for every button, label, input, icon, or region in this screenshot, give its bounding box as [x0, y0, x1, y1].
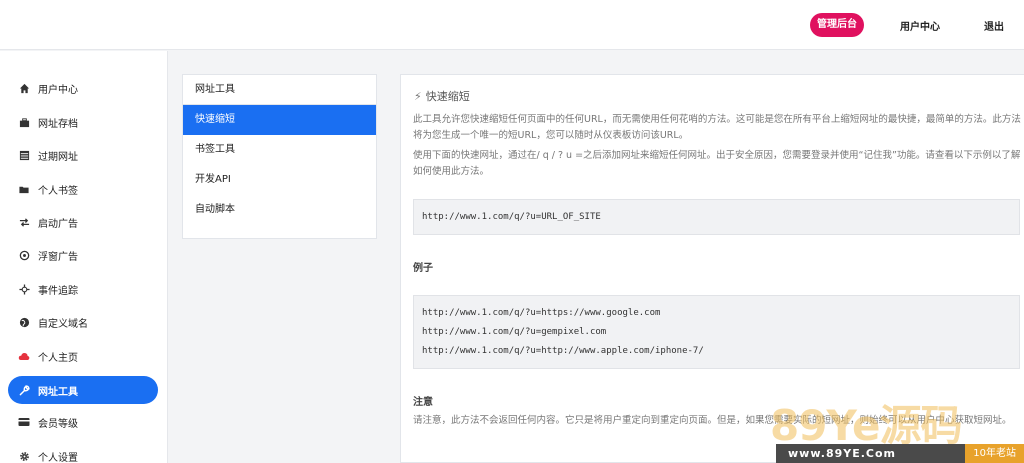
sidebar-item-label: 网址工具	[38, 386, 78, 398]
cloud-icon	[18, 350, 30, 362]
intro-paragraph: 此工具允许您快速缩短任何页面中的任何URL，而无需使用任何花哨的方法。这可能是您…	[413, 114, 1021, 141]
sidebar-item-label: 网址存档	[38, 118, 78, 130]
note-heading: 注意	[413, 397, 433, 408]
sidebar-item-bookmarks[interactable]: 个人书签	[8, 175, 158, 203]
submenu-item-auto-script[interactable]: 自动脚本	[183, 195, 376, 225]
briefcase-icon	[18, 116, 30, 128]
submenu-title: 网址工具	[183, 75, 376, 105]
lightning-icon: ⚡	[414, 90, 422, 103]
sidebar-item-label: 事件追踪	[38, 285, 78, 297]
admin-panel-button[interactable]: 管理后台	[810, 13, 864, 37]
template-url-box[interactable]: http://www.1.com/q/?u=URL_OF_SITE	[413, 199, 1020, 235]
sidebar-item-expired-urls[interactable]: 过期网址	[8, 141, 158, 169]
sidebar-item-label: 个人书签	[38, 185, 78, 197]
crosshair-icon	[18, 283, 30, 295]
example-url[interactable]: http://www.1.com/q/?u=gempixel.com	[422, 323, 1019, 342]
submenu-item-developer-api[interactable]: 开发API	[183, 165, 376, 195]
watermark-tag: 10年老站	[965, 444, 1024, 463]
sidebar-item-label: 个人设置	[38, 452, 78, 463]
wrench-icon	[18, 384, 30, 396]
example-url[interactable]: http://www.1.com/q/?u=http://www.apple.c…	[422, 342, 1019, 361]
sidebar-item-membership[interactable]: 会员等级	[8, 408, 158, 436]
folder-icon	[18, 183, 30, 195]
home-icon	[18, 82, 30, 94]
sidebar-item-label: 过期网址	[38, 151, 78, 163]
gear-icon	[18, 450, 30, 462]
list-icon	[18, 149, 30, 161]
sidebar-item-label: 浮窗广告	[38, 251, 78, 263]
logout-link[interactable]: 退出	[984, 18, 1004, 33]
sidebar: 用户中心 网址存档 过期网址 个人书签 启动广告 浮窗广告 事件追踪 自定义域名…	[0, 51, 168, 463]
top-header: 管理后台 用户中心 退出	[0, 0, 1024, 50]
examples-box[interactable]: http://www.1.com/q/?u=https://www.google…	[413, 295, 1020, 369]
sidebar-item-label: 个人主页	[38, 352, 78, 364]
sidebar-item-custom-domain[interactable]: 自定义域名	[8, 308, 158, 336]
watermark-site: www.89YE.Com	[788, 447, 897, 460]
sidebar-item-launch-ads[interactable]: 启动广告	[8, 208, 158, 236]
example-url[interactable]: http://www.1.com/q/?u=https://www.google…	[422, 304, 1019, 323]
globe-icon	[18, 316, 30, 328]
panel-title: ⚡ 快速缩短	[414, 88, 470, 104]
sidebar-item-homepage[interactable]: 个人主页	[8, 342, 158, 370]
tools-submenu: 网址工具 快速缩短 书签工具 开发API 自动脚本	[182, 74, 377, 239]
submenu-item-bookmarklet[interactable]: 书签工具	[183, 135, 376, 165]
card-icon	[18, 416, 30, 428]
examples-heading: 例子	[413, 263, 433, 274]
sidebar-item-label: 用户中心	[38, 84, 78, 96]
template-url[interactable]: http://www.1.com/q/?u=URL_OF_SITE	[422, 208, 1019, 227]
sidebar-item-floating-ads[interactable]: 浮窗广告	[8, 241, 158, 269]
sidebar-item-settings[interactable]: 个人设置	[8, 442, 158, 463]
watermark-bar: www.89YE.Com 10年老站	[776, 444, 1024, 463]
swap-icon	[18, 216, 30, 228]
submenu-item-quick-shorten[interactable]: 快速缩短	[183, 105, 376, 135]
panel-title-text: 快速缩短	[425, 90, 470, 103]
target-icon	[18, 249, 30, 261]
sidebar-item-label: 启动广告	[38, 218, 78, 230]
sidebar-item-label: 会员等级	[38, 418, 78, 430]
instruction-paragraph: 使用下面的快速网址，通过在/ q / ? u =之后添加网址来缩短任何网址。出于…	[413, 150, 1021, 177]
sidebar-item-event-tracking[interactable]: 事件追踪	[8, 275, 158, 303]
sidebar-item-url-tools[interactable]: 网址工具	[8, 376, 158, 404]
sidebar-item-label: 自定义域名	[38, 318, 88, 330]
sidebar-item-user-center[interactable]: 用户中心	[8, 74, 158, 102]
sidebar-item-url-archive[interactable]: 网址存档	[8, 108, 158, 136]
user-center-link[interactable]: 用户中心	[900, 18, 940, 33]
